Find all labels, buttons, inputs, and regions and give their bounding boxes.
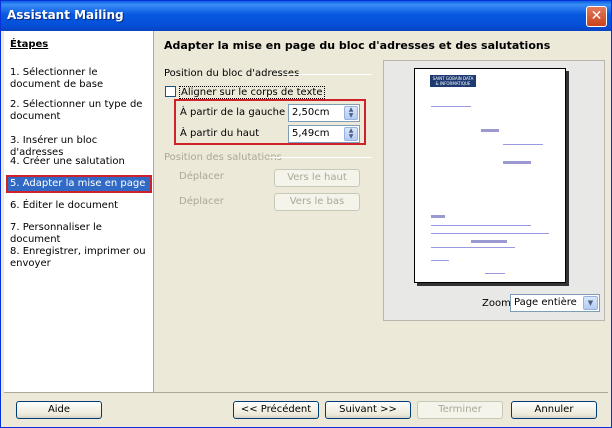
move-down-button[interactable]: Vers le bas <box>274 193 360 211</box>
from-top-value: 5,49cm <box>292 128 330 139</box>
move-label-2: Déplacer <box>179 196 224 207</box>
mailing-wizard-window: Assistant Mailing ✕ Étapes 1. Sélectionn… <box>0 0 612 428</box>
step-8[interactable]: 8. Enregistrer, imprimer ou envoyer <box>10 246 148 270</box>
preview-block <box>481 129 499 132</box>
align-text-body-label[interactable]: Aligner sur le corps de texte <box>179 86 325 99</box>
preview-line <box>503 144 543 145</box>
page-preview: SAINT GOBAIN DATA & INFORMATIQUE <box>383 60 605 321</box>
preview-block <box>431 215 445 218</box>
footer-divider <box>4 392 608 393</box>
steps-heading: Étapes <box>10 39 49 50</box>
spin-arrows-icon[interactable]: ▲ ▼ <box>344 127 358 141</box>
page-title: Adapter la mise en page du bloc d'adress… <box>164 39 551 52</box>
step-7[interactable]: 7. Personnaliser le document <box>10 222 148 246</box>
preview-block <box>503 161 531 164</box>
step-1[interactable]: 1. Sélectionner le document de base <box>10 67 148 91</box>
preview-logo: SAINT GOBAIN DATA & INFORMATIQUE <box>430 75 476 87</box>
chevron-down-icon[interactable]: ▼ <box>583 296 598 310</box>
steps-sidebar: Étapes 1. Sélectionner le document de ba… <box>4 31 154 392</box>
step-4[interactable]: 4. Créer une salutation <box>10 156 148 168</box>
preview-line <box>431 225 531 226</box>
preview-page: SAINT GOBAIN DATA & INFORMATIQUE <box>414 68 566 283</box>
preview-line <box>431 233 549 234</box>
title-bar[interactable]: Assistant Mailing ✕ <box>1 1 611 31</box>
move-label-1: Déplacer <box>179 171 224 182</box>
help-button[interactable]: Aide <box>16 401 102 419</box>
main-panel: Adapter la mise en page du bloc d'adress… <box>154 31 610 392</box>
preview-line <box>431 260 449 261</box>
address-group-divider <box>284 74 372 75</box>
zoom-label: Zoom <box>482 298 511 309</box>
preview-line <box>431 106 471 107</box>
from-top-spinbox[interactable]: 5,49cm ▲ ▼ <box>288 125 360 143</box>
from-left-spinbox[interactable]: 2,50cm ▲ ▼ <box>288 104 360 122</box>
previous-button[interactable]: << Précédent <box>233 401 319 419</box>
next-button[interactable]: Suivant >> <box>325 401 411 419</box>
spin-arrows-icon[interactable]: ▲ ▼ <box>344 106 358 120</box>
preview-block <box>471 240 507 243</box>
step-6[interactable]: 6. Éditer le document <box>10 200 148 212</box>
window-title: Assistant Mailing <box>7 8 124 22</box>
from-left-value: 2,50cm <box>292 107 330 118</box>
preview-line <box>485 273 505 274</box>
zoom-select[interactable]: Page entière ▼ <box>510 294 600 312</box>
align-text-body-checkbox[interactable] <box>165 86 176 97</box>
cancel-button[interactable]: Annuler <box>511 401 597 419</box>
step-5-active[interactable]: 5. Adapter la mise en page <box>6 175 152 193</box>
salutation-group-divider <box>269 157 372 158</box>
close-icon[interactable]: ✕ <box>586 6 607 27</box>
finish-button[interactable]: Terminer <box>417 401 503 419</box>
salutation-group-label: Position des salutations <box>164 152 282 163</box>
preview-line <box>431 247 515 248</box>
address-group-label: Position du bloc d'adresses <box>164 68 300 79</box>
zoom-value: Page entière <box>514 297 577 308</box>
preview-logo-line2: & INFORMATIQUE <box>435 81 471 86</box>
from-top-label: À partir du haut <box>180 128 260 139</box>
from-left-label: À partir de la gauche <box>180 107 286 118</box>
move-up-button[interactable]: Vers le haut <box>274 169 360 187</box>
step-2[interactable]: 2. Sélectionner un type de document <box>10 99 148 123</box>
